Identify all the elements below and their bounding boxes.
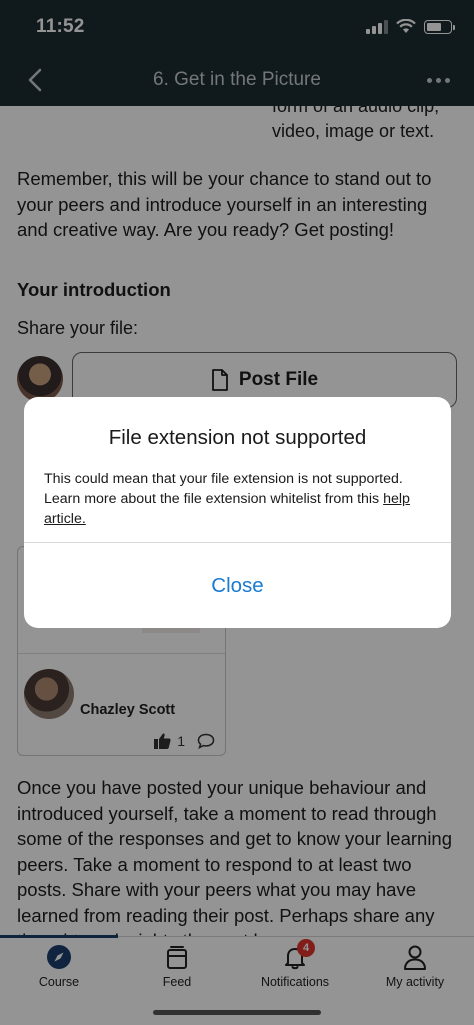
compass-icon (47, 945, 71, 969)
tab-label: My activity (385, 975, 445, 989)
feed-icon (167, 946, 187, 969)
cellular-signal-icon (366, 19, 388, 34)
wifi-icon (396, 19, 416, 33)
tab-label: Feed (162, 975, 192, 989)
user-avatar (17, 356, 63, 402)
home-indicator (153, 1010, 321, 1015)
dialog-message: This could mean that your file extension… (44, 469, 431, 529)
status-icons (366, 19, 455, 34)
battery-icon (424, 19, 455, 34)
dialog-title: File extension not supported (108, 426, 367, 449)
status-bar: 11:52 (0, 0, 474, 56)
close-button[interactable]: Close (24, 543, 451, 628)
tab-my-activity[interactable]: My activity (356, 943, 474, 989)
file-icon (212, 369, 228, 391)
more-options-icon[interactable] (427, 78, 450, 83)
page-title: 6. Get in the Picture (153, 69, 321, 90)
nav-bar: 6. Get in the Picture (0, 56, 474, 106)
dialog-body-text: This could mean that your file extension… (44, 471, 403, 507)
notification-badge: 4 (297, 939, 315, 957)
like-count: 1 (177, 733, 185, 749)
share-label: Share your file: (17, 318, 139, 338)
followup-paragraph: Once you have posted your unique behavio… (17, 777, 453, 936)
tab-notifications[interactable]: 4 Notifications (236, 939, 354, 989)
tab-bar: Course Feed 4 Notifications My activity (0, 935, 474, 1025)
tab-label: Course (38, 975, 80, 989)
comment-icon[interactable] (197, 733, 215, 749)
section-heading: Your introduction (17, 279, 171, 300)
person-icon (404, 945, 426, 970)
bell-icon-wrap: 4 (281, 939, 315, 971)
error-dialog: File extension not supported This could … (24, 397, 451, 628)
active-tab-indicator (0, 935, 118, 938)
author-name: Chazley Scott (80, 702, 176, 718)
partial-text: form of an audio clip, video, image or t… (272, 106, 440, 141)
post-file-label: Post File (238, 369, 319, 390)
status-time: 11:52 (36, 16, 85, 37)
card-divider (18, 653, 225, 654)
tab-label: Notifications (260, 975, 330, 989)
author-avatar (24, 669, 74, 719)
tab-feed[interactable]: Feed (118, 943, 236, 989)
intro-paragraph: Remember, this will be your chance to st… (17, 168, 432, 240)
tab-course[interactable]: Course (0, 943, 118, 989)
post-actions: 1 (154, 733, 215, 749)
thumbs-up-icon[interactable] (154, 733, 171, 749)
